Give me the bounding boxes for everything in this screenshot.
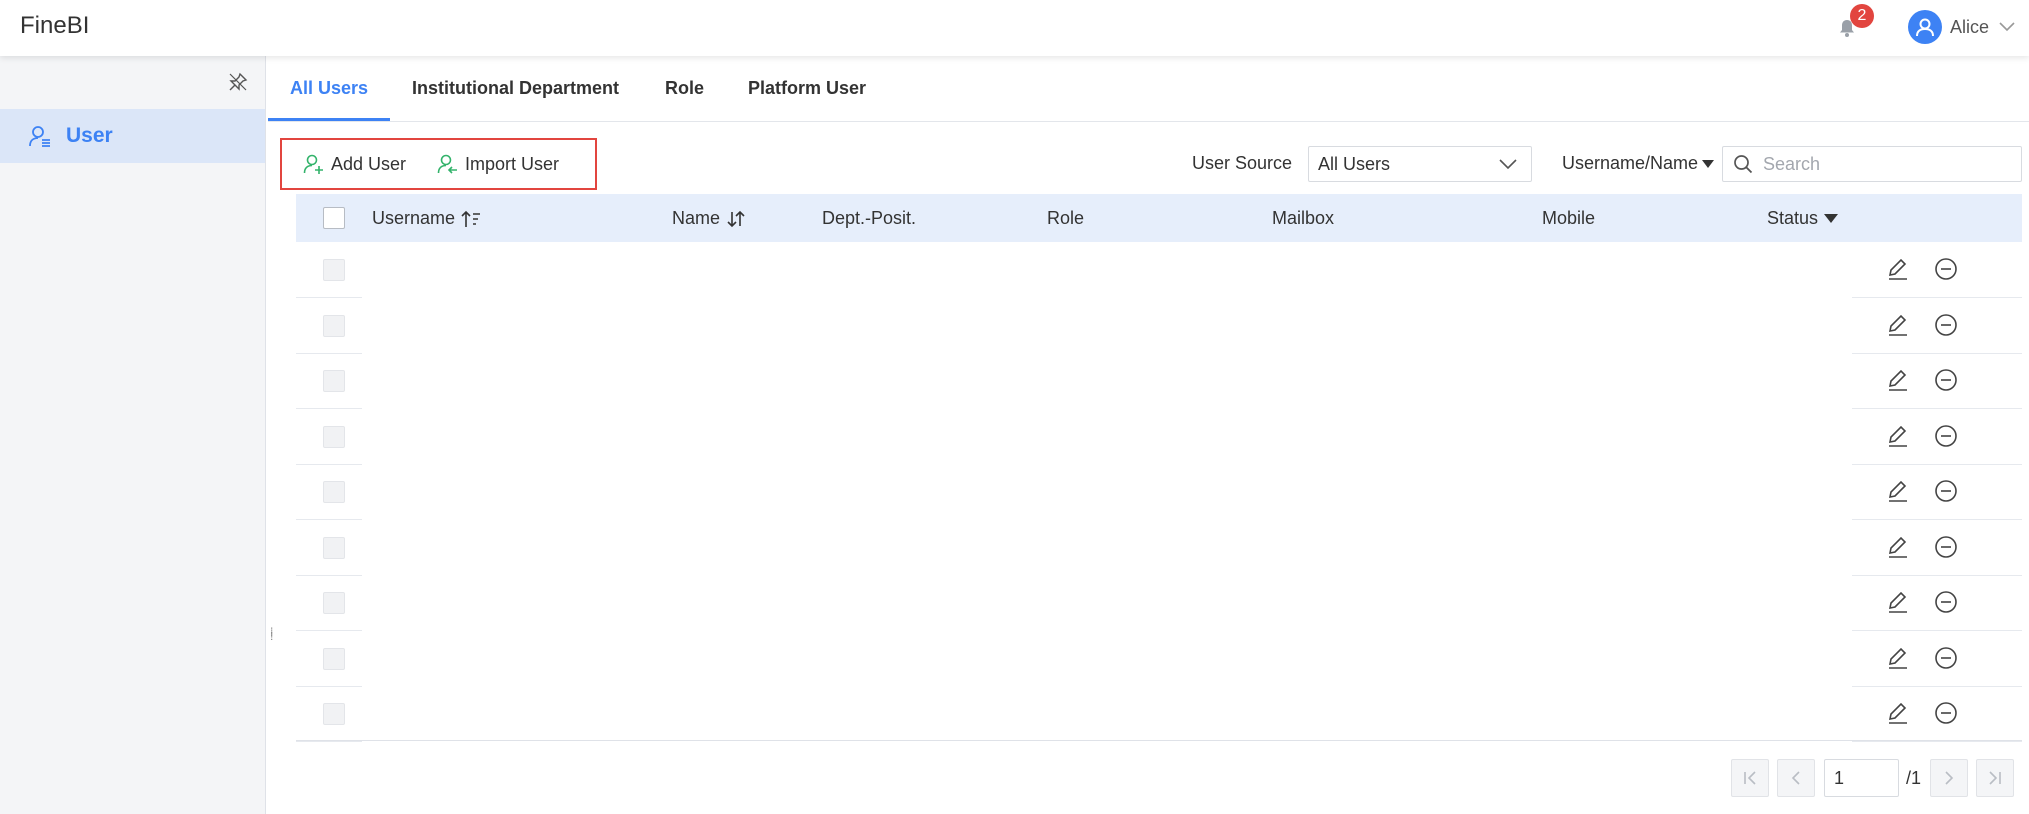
column-header-mailbox: Mailbox — [1272, 208, 1335, 228]
column-header-username[interactable]: Username — [372, 208, 481, 229]
pin-icon[interactable] — [228, 72, 248, 92]
remove-icon[interactable] — [1934, 368, 1958, 392]
add-user-icon — [303, 154, 323, 174]
search-input[interactable] — [1763, 153, 2003, 175]
user-source-value: All Users — [1318, 154, 1391, 174]
edit-icon[interactable] — [1886, 368, 1910, 392]
edit-icon[interactable] — [1886, 479, 1910, 503]
edit-icon[interactable] — [1886, 535, 1910, 559]
first-page-icon — [1744, 771, 1756, 785]
row-checkbox[interactable] — [323, 703, 345, 725]
select-all-checkbox[interactable] — [323, 207, 345, 229]
remove-icon[interactable] — [1934, 424, 1958, 448]
edit-icon[interactable] — [1886, 313, 1910, 337]
tab-institutional-department[interactable]: Institutional Department — [412, 78, 619, 99]
add-user-button[interactable]: Add User — [303, 152, 406, 176]
remove-icon[interactable] — [1934, 257, 1958, 281]
edit-icon[interactable] — [1886, 424, 1910, 448]
search-type-dropdown[interactable]: Username/Name — [1562, 153, 1715, 174]
row-divider — [296, 741, 362, 742]
app-logo: FineBI — [20, 12, 90, 39]
table-row — [296, 686, 2022, 742]
edit-icon[interactable] — [1886, 701, 1910, 725]
row-checkbox[interactable] — [323, 481, 345, 503]
import-user-label: Import User — [465, 153, 560, 174]
row-checkbox[interactable] — [323, 536, 345, 559]
active-tab-indicator — [268, 118, 390, 121]
column-header-status[interactable]: Status — [1767, 208, 1839, 229]
add-user-label: Add User — [331, 153, 407, 174]
caret-down-icon[interactable] — [1824, 214, 1839, 223]
notification-badge: 2 — [1850, 4, 1874, 28]
remove-icon[interactable] — [1934, 701, 1958, 725]
first-page-button[interactable] — [1731, 759, 1769, 797]
table-row — [296, 409, 2022, 465]
prev-page-button[interactable] — [1777, 759, 1815, 797]
sidebar-item-user[interactable]: User — [0, 109, 265, 163]
remove-icon[interactable] — [1934, 646, 1958, 670]
sidebar-resize-handle[interactable]: ⁞ ⁞ — [270, 626, 273, 642]
row-checkbox[interactable] — [323, 647, 345, 670]
remove-icon[interactable] — [1934, 590, 1958, 614]
chevron-down-icon — [1999, 22, 2015, 32]
table-header: Username Name Dept.-Posit. Role Mailbox … — [296, 194, 2022, 242]
row-checkbox[interactable] — [323, 314, 345, 337]
tab-all-users[interactable]: All Users — [290, 78, 368, 99]
last-page-button[interactable] — [1976, 759, 2014, 797]
tab-bar: All Users Institutional Department Role … — [268, 56, 2029, 122]
page-number-input[interactable] — [1824, 759, 1899, 797]
tab-role[interactable]: Role — [665, 78, 704, 99]
column-header-name[interactable]: Name — [672, 208, 746, 229]
tab-platform-user[interactable]: Platform User — [748, 78, 866, 99]
caret-down-icon — [1702, 159, 1715, 168]
user-source-select[interactable]: All Users — [1308, 146, 1532, 182]
table-row — [296, 298, 2022, 354]
row-checkbox[interactable] — [323, 425, 345, 448]
import-user-icon — [437, 154, 457, 174]
remove-icon[interactable] — [1934, 535, 1958, 559]
column-header-dept: Dept.-Posit. — [822, 208, 917, 228]
remove-icon[interactable] — [1934, 479, 1958, 503]
import-user-button[interactable]: Import User — [437, 152, 559, 176]
row-divider — [1852, 741, 2022, 742]
table-row — [296, 353, 2022, 409]
edit-icon[interactable] — [1886, 646, 1910, 670]
sidebar-item-label: User — [66, 124, 113, 147]
user-source-label: User Source — [1192, 153, 1293, 173]
search-type-label: Username/Name — [1562, 153, 1699, 173]
column-header-mobile: Mobile — [1542, 208, 1596, 228]
table-row — [296, 520, 2022, 576]
sidebar: User — [0, 56, 266, 814]
table-row — [296, 631, 2022, 687]
table-row — [296, 464, 2022, 520]
next-page-button[interactable] — [1930, 759, 1968, 797]
search-box[interactable] — [1722, 146, 2022, 182]
chevron-right-icon — [1945, 771, 1954, 785]
user-name: Alice — [1950, 16, 1990, 37]
column-header-role: Role — [1047, 208, 1085, 228]
page-total: /1 — [1906, 768, 1922, 788]
edit-icon[interactable] — [1886, 590, 1910, 614]
chevron-left-icon — [1791, 771, 1800, 785]
edit-icon[interactable] — [1886, 257, 1910, 281]
avatar-icon — [1908, 10, 1942, 44]
row-checkbox[interactable] — [323, 370, 345, 392]
user-list-icon — [29, 126, 50, 147]
table-bottom-border — [296, 740, 2022, 741]
sort-both-icon[interactable] — [726, 210, 746, 228]
table-row — [296, 242, 2022, 298]
remove-icon[interactable] — [1934, 313, 1958, 337]
row-checkbox[interactable] — [323, 592, 345, 614]
user-menu[interactable]: Alice — [1908, 10, 2015, 44]
search-icon — [1734, 155, 1753, 174]
sort-ascending-icon[interactable] — [461, 210, 481, 228]
last-page-icon — [1989, 771, 2001, 785]
top-bar: FineBI 2 Alice — [0, 0, 2029, 56]
row-checkbox[interactable] — [323, 259, 345, 281]
table-row — [296, 575, 2022, 631]
chevron-down-icon — [1499, 159, 1517, 170]
